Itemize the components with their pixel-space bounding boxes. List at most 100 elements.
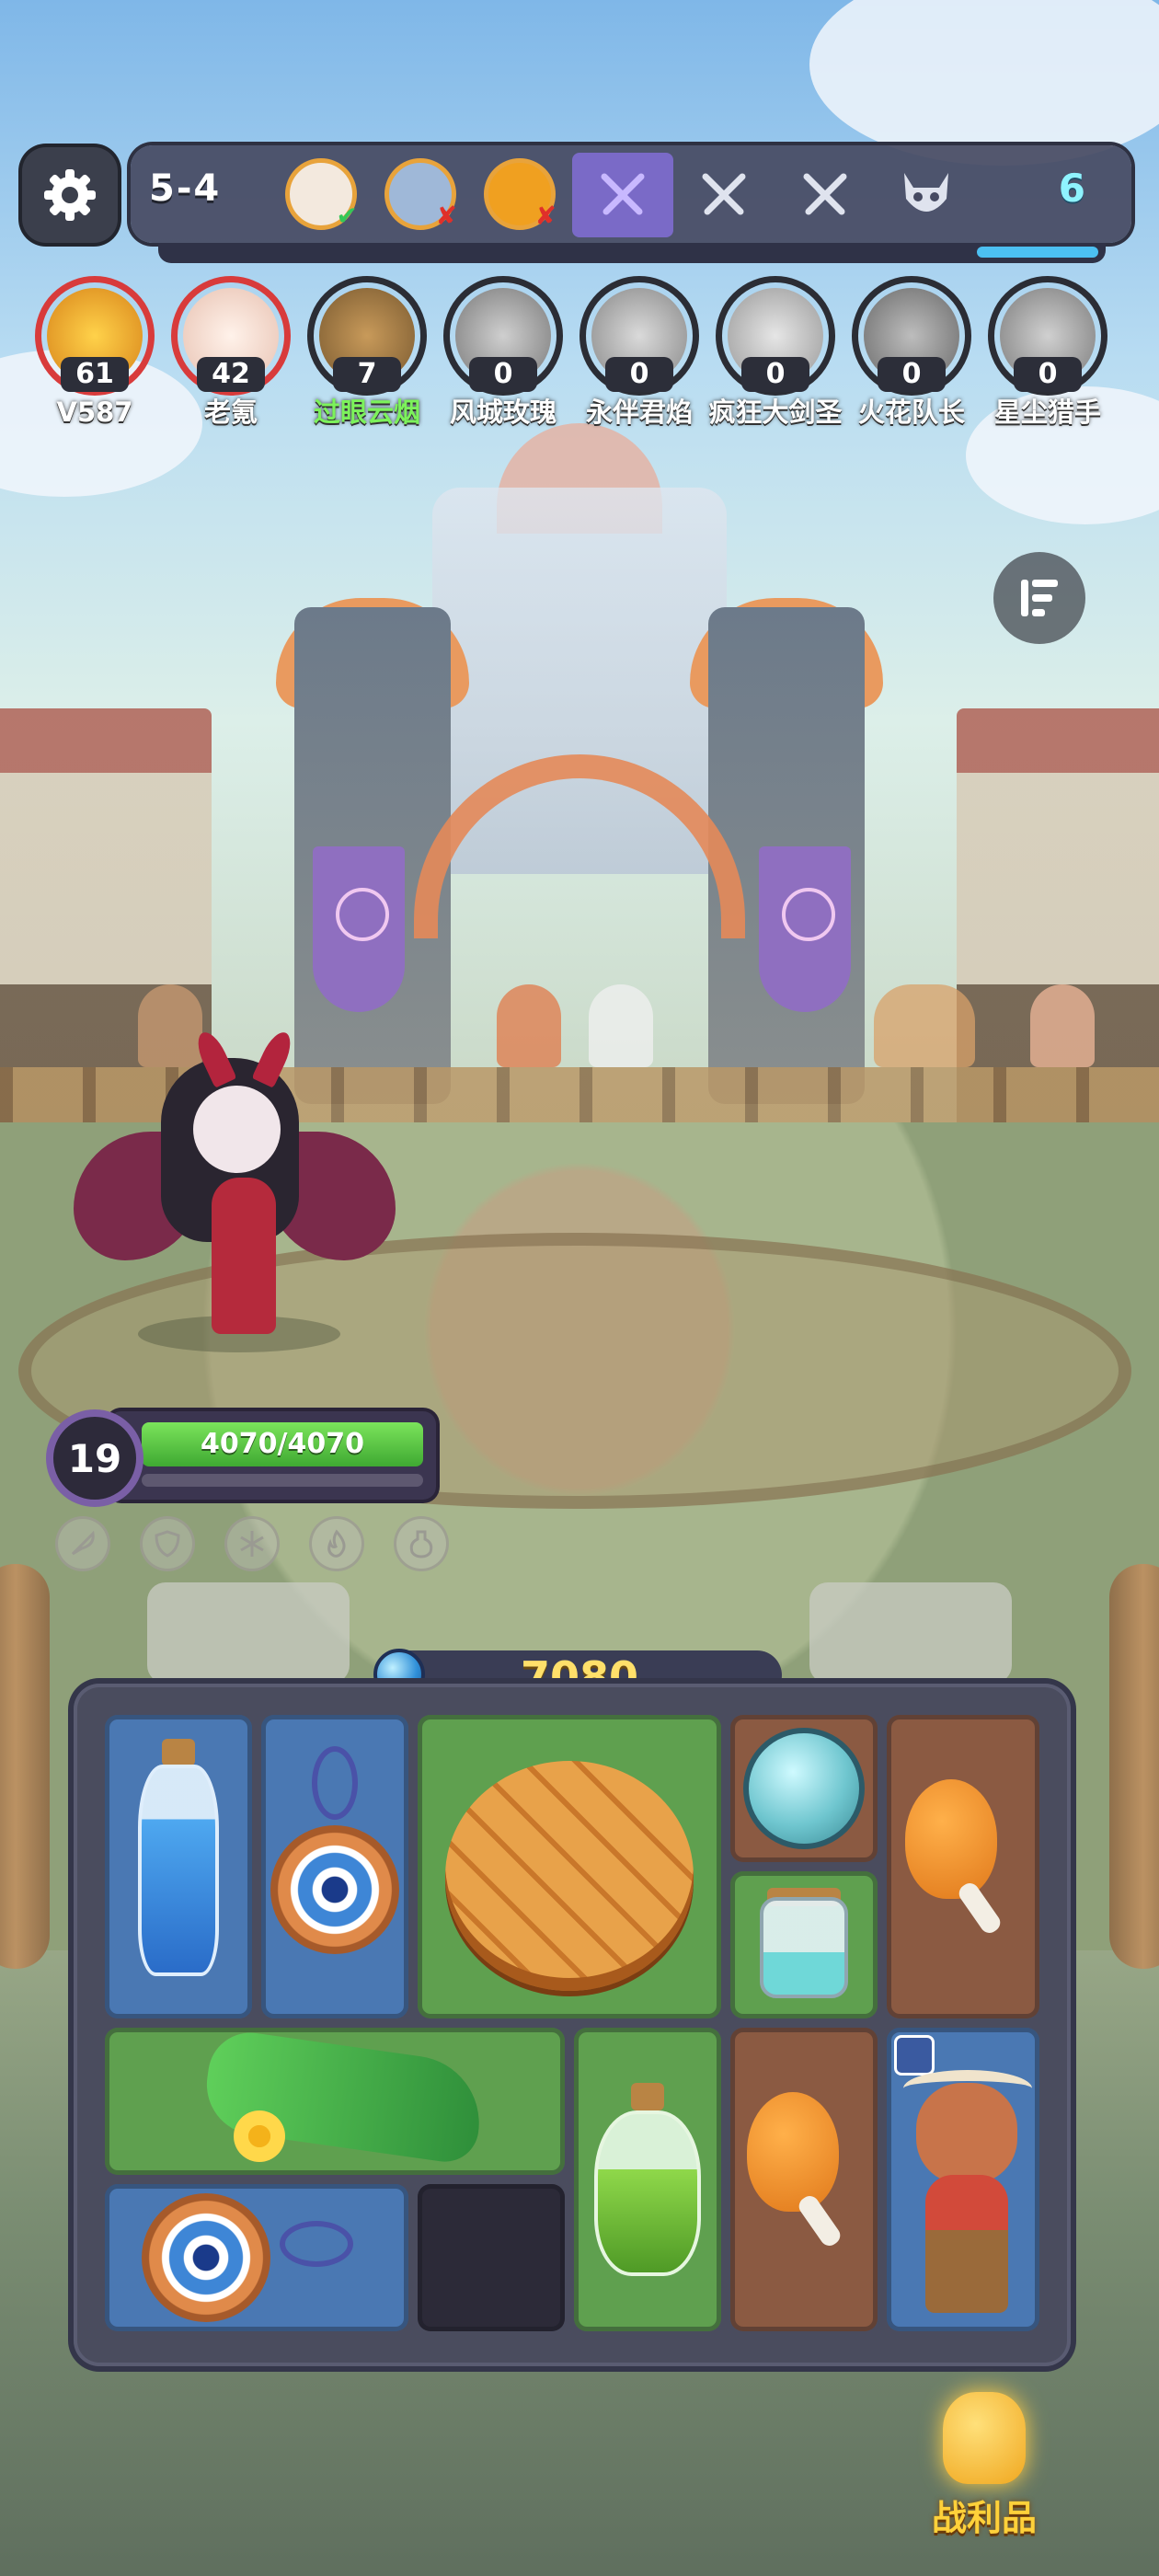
player-card[interactable]: 0 疯狂大剑圣 bbox=[708, 276, 843, 429]
player-name: 过眼云烟 bbox=[313, 397, 420, 428]
win-check-icon: ✔ bbox=[336, 201, 358, 231]
item-roast-drumstick[interactable] bbox=[730, 2028, 878, 2331]
player-card-self[interactable]: 7 过眼云烟 bbox=[300, 276, 434, 429]
status-effects bbox=[55, 1516, 449, 1575]
settings-button[interactable] bbox=[22, 147, 118, 243]
player-name: V587 bbox=[56, 397, 133, 428]
player-card[interactable]: 42 老氪 bbox=[164, 276, 298, 429]
item-roast-drumstick[interactable] bbox=[887, 1715, 1039, 2018]
battle-slot-current[interactable] bbox=[572, 153, 673, 237]
hp-value: 4070/4070 bbox=[142, 1422, 423, 1466]
opponent-slot-1[interactable]: ✔ bbox=[285, 158, 358, 231]
player-card[interactable]: 0 星尘猎手 bbox=[981, 276, 1115, 429]
jar bbox=[760, 1897, 848, 1998]
wooden-pillar bbox=[0, 1564, 50, 1969]
player-score: 0 bbox=[605, 357, 673, 392]
item-eye-charm-pendant[interactable] bbox=[105, 2184, 408, 2331]
potion-bottle bbox=[594, 2110, 701, 2276]
spectator bbox=[497, 984, 561, 1067]
pendant-cord bbox=[312, 1746, 358, 1820]
loss-cross-icon: ✘ bbox=[435, 201, 457, 231]
potion-bottle bbox=[138, 1765, 219, 1976]
cow-totem bbox=[903, 2064, 1032, 2313]
demon-boss-icon bbox=[904, 173, 948, 212]
purple-banner bbox=[759, 846, 851, 1012]
battle-slot[interactable] bbox=[775, 153, 876, 237]
hero-level-badge: 19 bbox=[46, 1409, 143, 1507]
item-eye-charm-pendant[interactable] bbox=[261, 1715, 408, 2018]
list-icon bbox=[1021, 580, 1058, 616]
wooden-pillar bbox=[1109, 1564, 1159, 1969]
hero-body bbox=[212, 1178, 276, 1334]
player-card[interactable]: 0 永伴君焰 bbox=[572, 276, 706, 429]
cloud bbox=[809, 0, 1159, 166]
shield-icon[interactable] bbox=[140, 1516, 195, 1571]
hp-bar: 4070/4070 bbox=[109, 1411, 436, 1500]
round-progress-fill bbox=[977, 247, 1098, 258]
loot-label: 战利品 bbox=[931, 2498, 1037, 2538]
boss-slot[interactable] bbox=[876, 153, 977, 237]
feather-icon[interactable] bbox=[55, 1516, 110, 1571]
players-row: 61 V587 42 老氪 7 过眼云烟 0 风城玫瑰 0 永伴君焰 0 疯狂大… bbox=[28, 276, 1150, 488]
snowflake-icon[interactable] bbox=[224, 1516, 280, 1571]
spectator bbox=[589, 984, 653, 1067]
gear-icon bbox=[44, 169, 96, 221]
drumstick-meat bbox=[905, 1779, 997, 1899]
hero-horn bbox=[251, 1028, 297, 1088]
cork bbox=[162, 1739, 195, 1766]
player-score: 0 bbox=[1014, 357, 1082, 392]
item-green-potion[interactable] bbox=[574, 2028, 721, 2331]
player-name: 疯狂大剑圣 bbox=[708, 397, 843, 428]
item-green-scarf[interactable] bbox=[105, 2027, 565, 2175]
player-name: 老氪 bbox=[203, 397, 258, 428]
item-cow-totem[interactable] bbox=[887, 2028, 1039, 2331]
crossed-swords-icon bbox=[803, 173, 847, 215]
player-score: 0 bbox=[878, 357, 946, 392]
player-score: 7 bbox=[333, 357, 401, 392]
shield-bar bbox=[142, 1474, 423, 1487]
round-counter: 6 bbox=[1058, 166, 1085, 211]
demon-hero-character[interactable] bbox=[74, 1028, 396, 1352]
stone-block bbox=[809, 1582, 1012, 1684]
item-melon-bread[interactable] bbox=[418, 1715, 721, 2018]
stage-progress-bar: 5-4 ✔ ✘ ✘ 6 bbox=[131, 145, 1131, 243]
purple-banner bbox=[313, 846, 405, 1012]
item-crystal-ball[interactable] bbox=[730, 1715, 878, 1862]
player-score: 61 bbox=[61, 357, 129, 392]
battle-slot[interactable] bbox=[673, 153, 775, 237]
eye-charm bbox=[142, 2193, 270, 2322]
player-name: 火花队长 bbox=[857, 397, 965, 428]
hero-face bbox=[193, 1086, 281, 1173]
player-score: 0 bbox=[741, 357, 809, 392]
player-card[interactable]: 0 风城玫瑰 bbox=[436, 276, 570, 429]
empty-slot[interactable] bbox=[418, 2184, 565, 2331]
loot-button[interactable]: 战利品 bbox=[920, 2392, 1049, 2548]
potion-icon[interactable] bbox=[394, 1516, 449, 1571]
pendant-cord bbox=[280, 2221, 353, 2267]
drumstick-meat bbox=[747, 2092, 839, 2212]
opponent-slot-3[interactable]: ✘ bbox=[484, 158, 557, 231]
ranking-list-button[interactable] bbox=[993, 552, 1085, 644]
eye-charm bbox=[270, 1825, 399, 1954]
flame-icon[interactable] bbox=[309, 1516, 364, 1571]
player-card[interactable]: 0 火花队长 bbox=[844, 276, 979, 429]
player-card[interactable]: 61 V587 bbox=[28, 276, 162, 429]
crossed-swords-icon bbox=[601, 173, 645, 215]
flower bbox=[234, 2110, 285, 2162]
player-name: 风城玫瑰 bbox=[449, 397, 557, 428]
backpack-icon bbox=[943, 2392, 1026, 2484]
player-score: 42 bbox=[197, 357, 265, 392]
spectator bbox=[874, 984, 975, 1067]
spectator bbox=[1030, 984, 1095, 1067]
player-name: 星尘猎手 bbox=[993, 397, 1101, 428]
inventory-grid bbox=[74, 1684, 1071, 2366]
bread bbox=[445, 1761, 694, 1991]
player-score: 0 bbox=[469, 357, 537, 392]
item-blue-potion[interactable] bbox=[105, 1715, 252, 2018]
opponent-slot-2[interactable]: ✘ bbox=[384, 158, 457, 231]
item-teal-jar[interactable] bbox=[730, 1871, 878, 2018]
cork bbox=[631, 2083, 664, 2110]
cracked-orb bbox=[743, 1728, 865, 1849]
round-progress-track bbox=[158, 243, 1106, 263]
player-name: 永伴君焰 bbox=[585, 397, 693, 428]
